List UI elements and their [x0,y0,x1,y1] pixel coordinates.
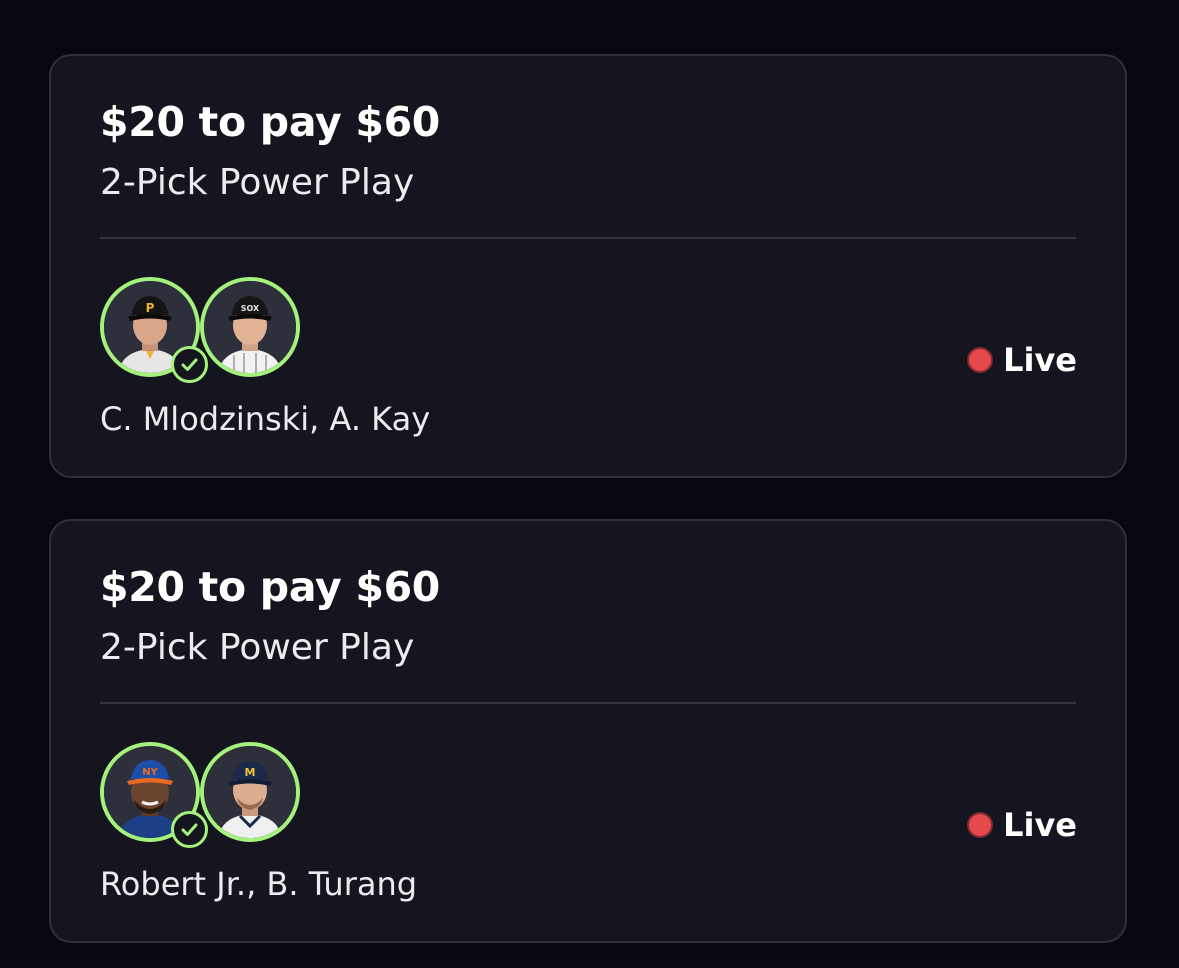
checkmark-icon [171,346,208,383]
entry-card[interactable]: $20 to pay $60 2-Pick Power Play NY M Ro… [49,519,1127,943]
live-status: Live [969,339,1077,381]
red-dot-icon [969,349,992,371]
svg-text:P: P [146,301,155,315]
entry-type: 2-Pick Power Play [100,162,415,203]
live-label: Live [1003,806,1077,844]
live-status: Live [969,804,1077,846]
player-avatar: SOX [200,277,300,377]
svg-text:SOX: SOX [241,304,260,313]
entry-amount: $20 to pay $60 [100,563,441,611]
divider [100,237,1076,239]
player-names: Robert Jr., B. Turang [100,865,418,903]
player-names: C. Mlodzinski, A. Kay [100,400,431,438]
checkmark-icon [171,811,208,848]
entry-amount: $20 to pay $60 [100,98,441,146]
divider [100,702,1076,704]
svg-text:M: M [245,766,256,779]
entry-card[interactable]: $20 to pay $60 2-Pick Power Play P SOX C… [49,54,1127,478]
svg-text:NY: NY [142,767,158,778]
red-dot-icon [969,814,992,836]
entry-type: 2-Pick Power Play [100,627,415,668]
live-label: Live [1003,341,1077,379]
player-avatar: M [200,742,300,842]
